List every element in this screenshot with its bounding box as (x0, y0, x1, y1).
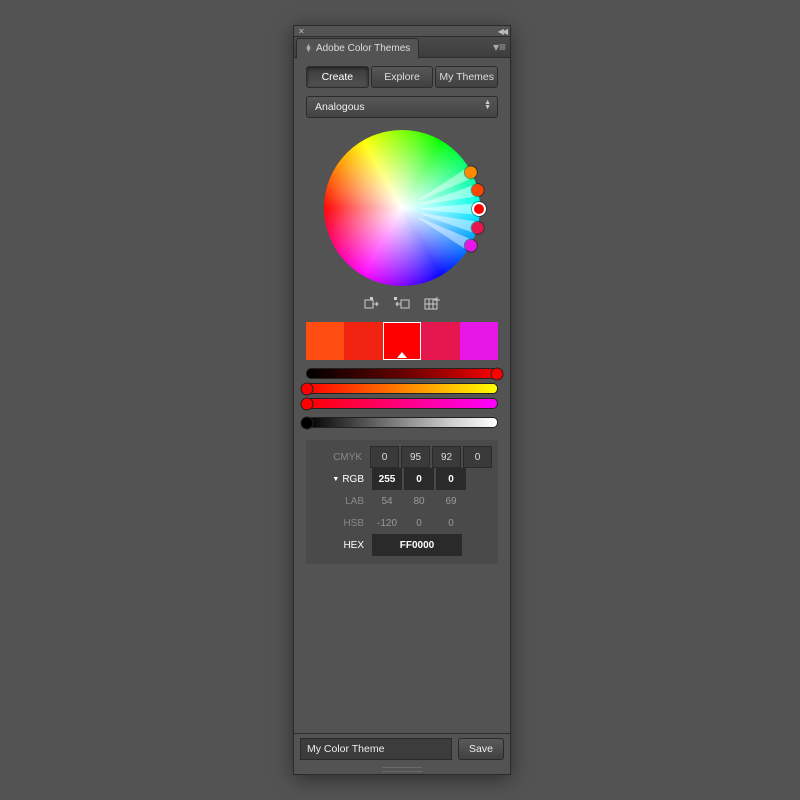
panel-titlebar: ✕ ◀◀ (294, 26, 510, 37)
mode-tabs: Create Explore My Themes (302, 66, 502, 88)
tab-explore[interactable]: Explore (371, 66, 434, 88)
swatch[interactable] (383, 322, 421, 360)
wheel-marker[interactable] (402, 208, 480, 210)
close-icon[interactable]: ✕ (298, 27, 305, 36)
swatch[interactable] (421, 322, 459, 360)
resize-grip[interactable] (294, 764, 510, 774)
swatch[interactable] (460, 322, 498, 360)
chevron-updown-icon: ▲▼ (484, 100, 491, 110)
hsb-b[interactable]: 0 (436, 512, 466, 534)
row-rgb: ▼RGB 255 0 0 (312, 468, 492, 490)
slider-red[interactable] (306, 368, 498, 379)
panel-tab-strip: ▲▼ Adobe Color Themes ▾≡ (294, 37, 510, 58)
row-lab: LAB 54 80 69 (312, 490, 492, 512)
cmyk-k[interactable]: 0 (463, 446, 492, 468)
color-values-panel: CMYK 0 95 92 0 ▼RGB 255 0 0 LAB 54 80 69… (306, 440, 498, 564)
row-cmyk: CMYK 0 95 92 0 (312, 446, 492, 468)
theme-name-input[interactable]: My Color Theme (300, 738, 452, 760)
label-hex[interactable]: HEX (312, 540, 370, 551)
updown-icon: ▲▼ (305, 45, 312, 53)
lab-a[interactable]: 80 (404, 490, 434, 512)
tab-my-themes[interactable]: My Themes (435, 66, 498, 88)
set-color-from-active-icon[interactable] (393, 296, 411, 312)
rgb-b[interactable]: 0 (436, 468, 466, 490)
color-wheel[interactable] (324, 130, 480, 286)
slider-green[interactable] (306, 383, 498, 394)
theme-swatches (306, 322, 498, 360)
collapse-icon[interactable]: ◀◀ (498, 27, 506, 36)
swatch[interactable] (344, 322, 382, 360)
rgb-r[interactable]: 255 (372, 468, 402, 490)
label-rgb[interactable]: ▼RGB (312, 474, 370, 485)
panel-title: Adobe Color Themes (316, 43, 410, 54)
panel-body: Create Explore My Themes Analogous ▲▼ (294, 58, 510, 736)
row-hsb: HSB -120 0 0 (312, 512, 492, 534)
panel-tab[interactable]: ▲▼ Adobe Color Themes (296, 38, 419, 59)
cmyk-m[interactable]: 95 (401, 446, 430, 468)
label-hsb[interactable]: HSB (312, 518, 370, 529)
hsb-s[interactable]: 0 (404, 512, 434, 534)
cmyk-y[interactable]: 92 (432, 446, 461, 468)
set-active-from-color-icon[interactable] (363, 296, 381, 312)
color-wheel-area (302, 126, 502, 312)
lab-l[interactable]: 54 (372, 490, 402, 512)
cmyk-c[interactable]: 0 (370, 446, 399, 468)
hex-value[interactable]: FF0000 (372, 534, 462, 556)
lab-b[interactable]: 69 (436, 490, 466, 512)
row-hex: HEX FF0000 (312, 534, 492, 556)
triangle-down-icon: ▼ (332, 476, 339, 483)
tab-create[interactable]: Create (306, 66, 369, 88)
panel-footer: My Color Theme Save (294, 733, 510, 764)
label-cmyk[interactable]: CMYK (312, 452, 368, 463)
add-to-swatches-icon[interactable] (423, 296, 441, 312)
channel-sliders (306, 368, 498, 428)
slider-blue[interactable] (306, 398, 498, 409)
swatch[interactable] (306, 322, 344, 360)
slider-brightness[interactable] (306, 417, 498, 428)
label-lab[interactable]: LAB (312, 496, 370, 507)
color-themes-panel: ✕ ◀◀ ▲▼ Adobe Color Themes ▾≡ Create Exp… (294, 26, 510, 774)
harmony-rule-dropdown[interactable]: Analogous ▲▼ (306, 96, 498, 118)
panel-menu-icon[interactable]: ▾≡ (493, 37, 506, 57)
wheel-action-row (363, 296, 441, 312)
save-button[interactable]: Save (458, 738, 504, 760)
hsb-h[interactable]: -120 (372, 512, 402, 534)
rgb-g[interactable]: 0 (404, 468, 434, 490)
harmony-rule-value: Analogous (315, 101, 365, 113)
